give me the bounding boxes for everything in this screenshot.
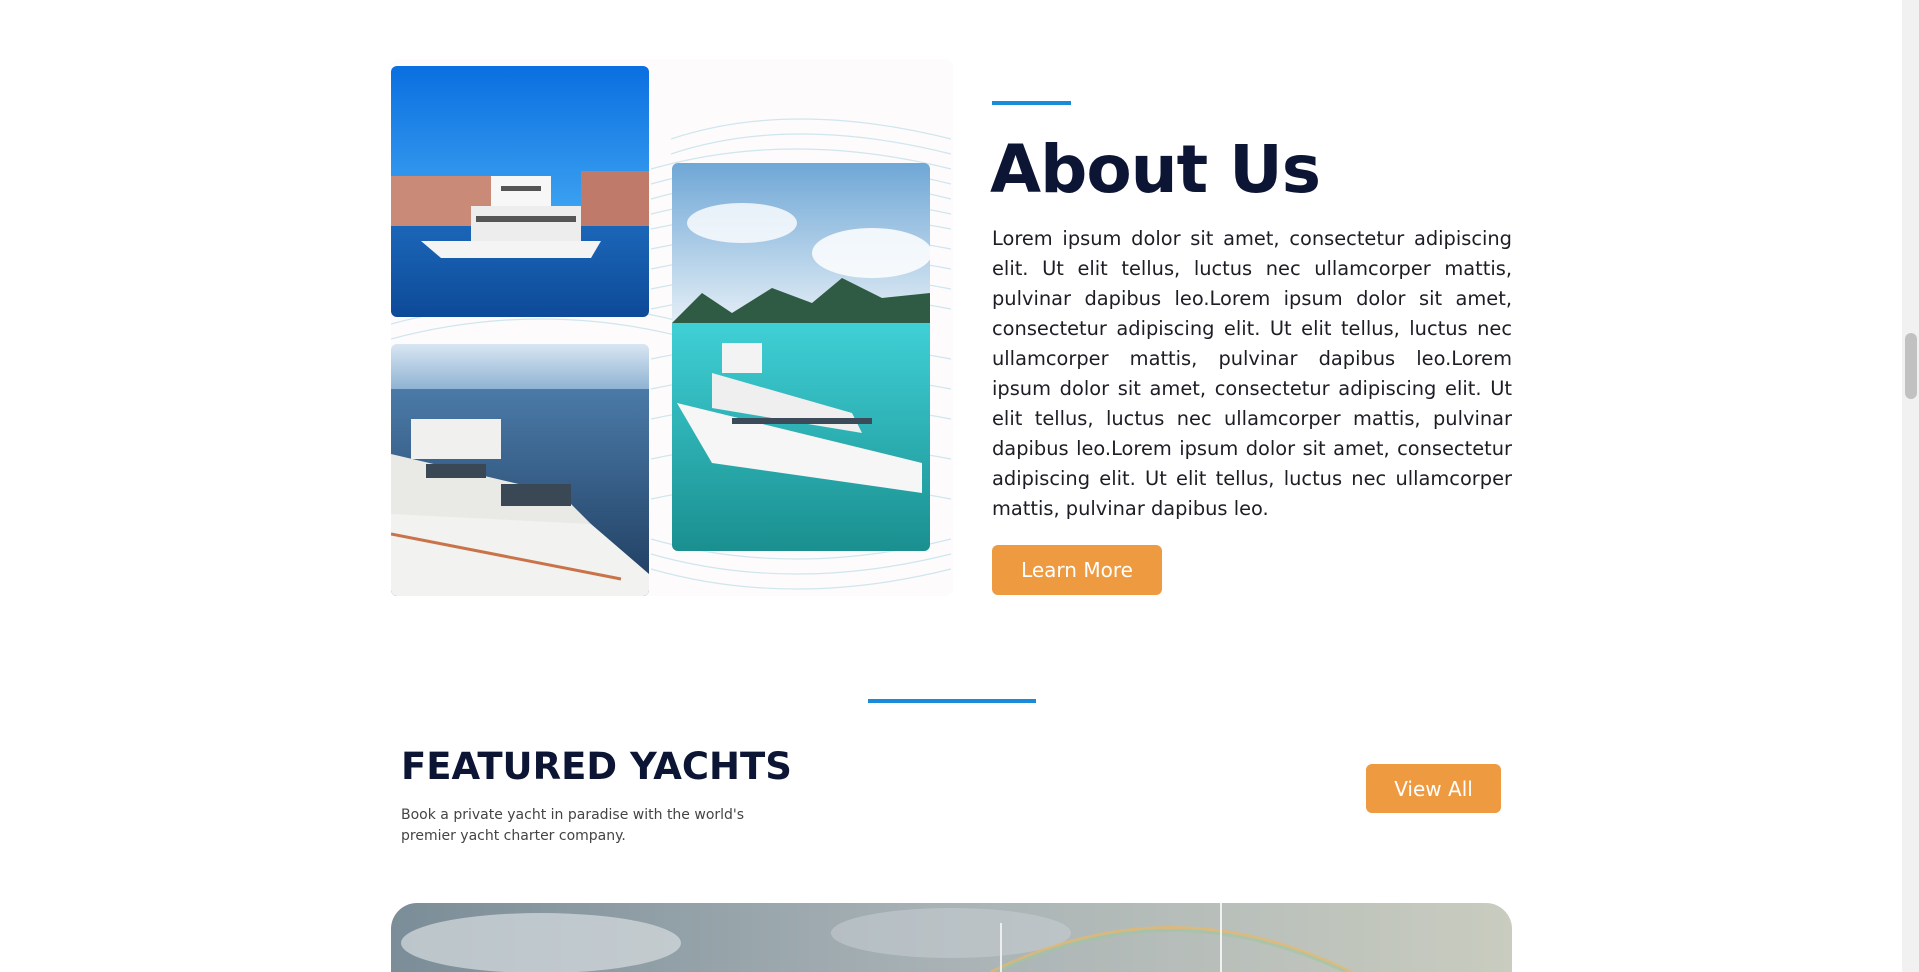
scrollbar-thumb[interactable] [1905, 333, 1917, 399]
learn-more-button[interactable]: Learn More [992, 545, 1162, 595]
about-accent-line [992, 101, 1071, 105]
featured-accent-line [868, 699, 1036, 703]
featured-yacht-image [391, 903, 1512, 972]
view-all-button[interactable]: View All [1366, 764, 1501, 813]
featured-title: FEATURED YACHTS [401, 745, 792, 788]
featured-subtitle: Book a private yacht in paradise with th… [401, 807, 745, 844]
yacht-deck-image [391, 344, 649, 596]
yacht-marina-image [391, 66, 649, 317]
page-scrollbar[interactable] [1902, 0, 1919, 972]
about-description: Lorem ipsum dolor sit amet, consectetur … [992, 227, 1512, 520]
about-title: About Us [990, 131, 1321, 208]
superyacht-island-image [672, 163, 930, 551]
